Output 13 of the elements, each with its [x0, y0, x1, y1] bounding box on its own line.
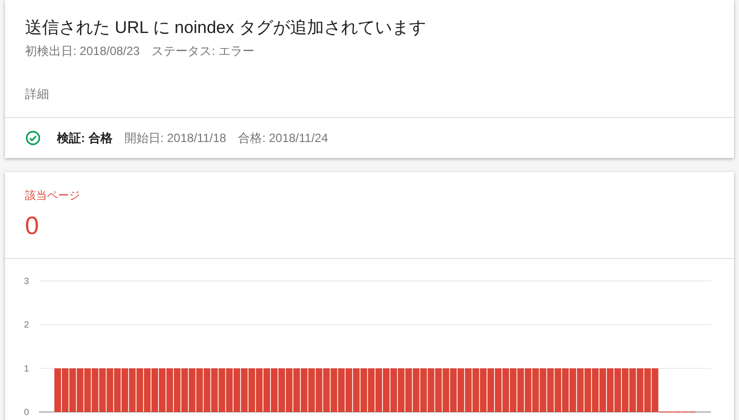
issue-title: 送信された URL に noindex タグが追加されています: [25, 17, 427, 39]
y-axis-label: 1: [24, 363, 29, 374]
affected-pages-label: 該当ページ: [25, 188, 80, 204]
first-detected-date: 初検出日: 2018/08/23: [25, 43, 140, 60]
y-axis-label: 3: [24, 276, 29, 286]
status-text: ステータス: エラー: [152, 43, 254, 60]
validation-status: 検証: 合格: [57, 130, 112, 147]
affected-pages-count: 0: [25, 211, 39, 242]
details-link[interactable]: 詳細: [25, 85, 49, 103]
y-axis-label: 2: [24, 320, 29, 330]
y-axis-label: 0: [24, 407, 29, 417]
validation-start-date: 開始日: 2018/11/18: [124, 130, 226, 147]
validation-passed-date: 合格: 2018/11/24: [238, 130, 328, 147]
